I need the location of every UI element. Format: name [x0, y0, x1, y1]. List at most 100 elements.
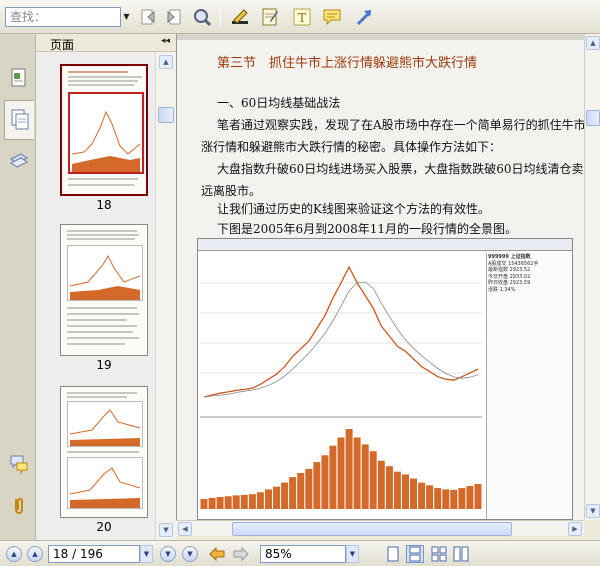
comments-tab-icon[interactable] — [4, 444, 34, 484]
volume-bar — [466, 486, 474, 509]
stock-chart-figure: 999999 上证指数 A股成交 15436562手 最新指数 2923.52 … — [197, 238, 573, 520]
prev-page-icon[interactable]: ▲ — [27, 546, 43, 562]
volume-bar — [232, 495, 240, 509]
prev-result-icon[interactable] — [136, 5, 160, 29]
go-back-icon[interactable] — [208, 545, 226, 563]
zoom-level-field[interactable]: 85% — [260, 545, 346, 563]
highlight-pen-icon[interactable] — [228, 5, 252, 29]
paragraph-4: 下图是2005年6月到2008年11月的一段行情的全景图。 — [217, 222, 517, 236]
thumbnail-label-18: 18 — [96, 198, 112, 212]
volume-bar — [248, 494, 256, 509]
doc-scroll-thumb[interactable] — [586, 110, 600, 126]
doc-scroll-down-button[interactable]: ▼ — [586, 504, 600, 518]
attachments-tab-icon[interactable] — [4, 486, 34, 526]
volume-bar — [289, 477, 297, 509]
scroll-corner — [584, 520, 600, 536]
thumbnail-label-19: 19 — [96, 358, 112, 372]
arrow-tool-icon[interactable] — [352, 5, 376, 29]
facing-view-icon[interactable] — [430, 545, 448, 563]
text-tool-icon[interactable]: T — [290, 5, 314, 29]
volume-bar — [458, 488, 466, 509]
volume-bar — [434, 488, 442, 509]
volume-bar — [216, 497, 224, 509]
svg-text:T: T — [298, 11, 306, 25]
comment-icon[interactable] — [320, 5, 344, 29]
thumbnail-scrollbar[interactable]: ▲ ▼ — [155, 52, 176, 540]
subheading: 一、60日均线基础战法 — [217, 96, 341, 110]
search-input[interactable]: 查找： — [5, 7, 121, 27]
thumbnail-pane: 18 19 20 — [36, 52, 160, 540]
continuous-view-icon[interactable] — [406, 545, 424, 563]
volume-bar — [240, 494, 248, 509]
page-thumbnail-19[interactable] — [60, 224, 148, 356]
document-vertical-scrollbar[interactable]: ▲ ▼ — [584, 34, 600, 520]
volume-bar — [208, 497, 216, 509]
volume-bar — [353, 437, 361, 509]
document-view[interactable]: 第三节 抓住牛市上涨行情躲避熊市大跌行情 一、60日均线基础战法 笔者通过观察实… — [176, 34, 584, 520]
chart-quote-panel: 999999 上证指数 A股成交 15436562手 最新指数 2923.52 … — [486, 253, 572, 519]
volume-bar — [426, 485, 434, 509]
volume-bar — [474, 484, 482, 509]
volume-bar — [313, 462, 321, 509]
page-thumbnail-18[interactable] — [60, 64, 148, 196]
volume-bar — [200, 499, 208, 509]
search-dropdown-button[interactable]: ▼ — [121, 7, 132, 27]
pages-tab-icon[interactable] — [4, 100, 34, 140]
search-zoom-icon[interactable] — [190, 5, 214, 29]
volume-bar — [385, 466, 393, 509]
layers-tab-icon[interactable] — [4, 142, 34, 182]
thumbnail-scroll-down-button[interactable]: ▼ — [159, 523, 173, 537]
next-page-icon[interactable]: ▼ — [160, 546, 176, 562]
quote-row-5: 涨跌 1.34% — [488, 286, 516, 293]
volume-bar — [256, 492, 264, 509]
panel-title: 页面 — [50, 38, 75, 52]
next-result-icon[interactable] — [162, 5, 186, 29]
volume-bar — [369, 451, 377, 509]
page-thumbnail-20[interactable] — [60, 386, 148, 518]
chart-titlebar — [198, 239, 572, 251]
doc-hscroll-thumb[interactable] — [232, 522, 512, 536]
volume-bar — [377, 460, 385, 509]
volume-bar — [345, 429, 353, 509]
single-page-view-icon[interactable] — [384, 545, 402, 563]
thumbnail-scroll-thumb[interactable] — [158, 107, 174, 123]
volume-bar — [305, 468, 313, 509]
doc-scroll-left-button[interactable]: ◀ — [178, 522, 192, 536]
doc-scroll-right-button[interactable]: ▶ — [568, 522, 582, 536]
volume-bar — [393, 471, 401, 509]
volume-bar — [265, 489, 272, 509]
go-forward-icon[interactable] — [232, 545, 250, 563]
document-tab-icon[interactable] — [4, 58, 34, 98]
volume-bar — [410, 478, 417, 509]
panel-collapse-button[interactable]: ◂◂ — [161, 36, 170, 46]
note-pad-icon[interactable] — [258, 5, 282, 29]
index-line-chart — [200, 253, 482, 519]
section-title: 第三节 抓住牛市上涨行情躲避熊市大跌行情 — [217, 56, 478, 71]
volume-bar — [329, 445, 337, 509]
page-header-strip — [177, 34, 584, 40]
doc-scroll-up-button[interactable]: ▲ — [586, 36, 600, 50]
first-page-icon[interactable]: ▲ — [6, 546, 22, 562]
paragraph-2-line-1: 大盘指数升破60日均线进场买入股票，大盘指数跌破60日均线清仓卖出 — [217, 162, 584, 176]
sidebar-tab-strip — [0, 34, 36, 540]
page-dropdown-button[interactable]: ▼ — [140, 545, 153, 563]
zoom-dropdown-button[interactable]: ▼ — [346, 545, 359, 563]
volume-bar — [402, 474, 409, 509]
volume-bar — [337, 437, 345, 509]
thumbnail-label-20: 20 — [96, 520, 112, 534]
page-number-field[interactable]: 18 / 196 — [48, 545, 140, 563]
document-page: 第三节 抓住牛市上涨行情躲避熊市大跌行情 一、60日均线基础战法 笔者通过观察实… — [177, 34, 584, 520]
volume-bar — [442, 489, 450, 509]
volume-bar — [273, 486, 280, 509]
continuous-facing-view-icon[interactable] — [452, 545, 470, 563]
paragraph-1-line-2: 涨行情和躲避熊市大跌行情的秘密。具体操作方法如下： — [201, 140, 502, 154]
volume-bar — [281, 482, 289, 509]
document-horizontal-scrollbar[interactable]: ◀ ▶ — [176, 520, 584, 536]
volume-bar — [321, 455, 329, 509]
last-page-icon[interactable]: ▼ — [182, 546, 198, 562]
status-bar: ▲ ▲ 18 / 196 ▼ ▼ ▼ 85% ▼ — [0, 540, 600, 566]
thumbnail-scroll-up-button[interactable]: ▲ — [159, 55, 173, 69]
volume-bar — [418, 482, 426, 509]
paragraph-1-line-1: 笔者通过观察实践，发现了在A股市场中存在一个简单易行的抓住牛市上 — [217, 118, 584, 132]
volume-bar — [224, 496, 232, 509]
